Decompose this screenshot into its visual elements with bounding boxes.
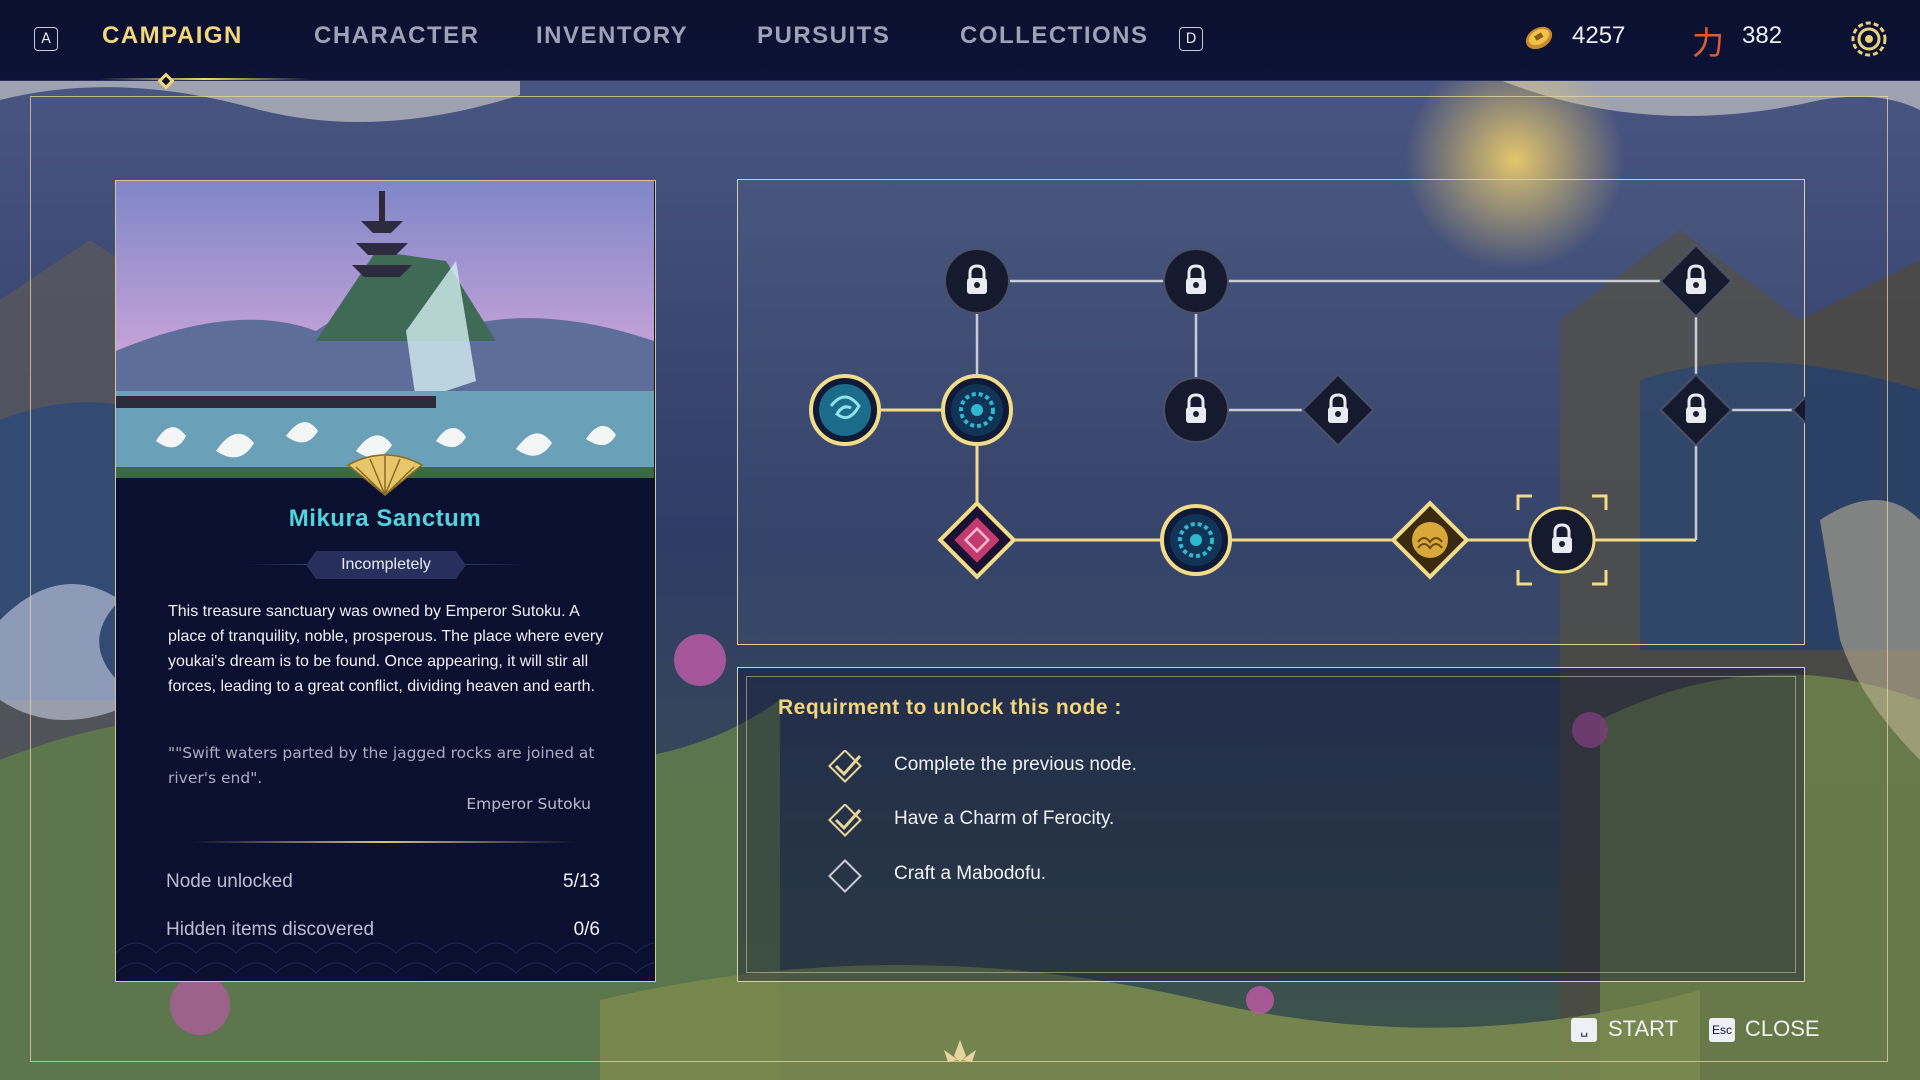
active-tab-diamond-icon bbox=[157, 72, 175, 90]
location-title: Mikura Sanctum bbox=[288, 505, 482, 532]
requirements-title: Requirment to unlock this node : bbox=[778, 696, 1122, 719]
node-unlocked-pink[interactable] bbox=[937, 500, 1017, 580]
node-unlocked-mandala[interactable] bbox=[941, 374, 1013, 446]
tab-collections[interactable]: COLLECTIONS bbox=[960, 22, 1149, 50]
requirement-text: Have a Charm of Ferocity. bbox=[894, 808, 1115, 829]
start-key-icon[interactable]: ␣ bbox=[1571, 1018, 1597, 1042]
tab-campaign[interactable]: CAMPAIGN bbox=[102, 22, 243, 50]
empty-diamond-icon bbox=[828, 859, 862, 893]
location-description: This treasure sanctuary was owned by Emp… bbox=[168, 603, 604, 695]
power-count: 382 bbox=[1742, 22, 1783, 49]
node-locked[interactable] bbox=[1163, 377, 1229, 443]
node-unlocked-swirl[interactable] bbox=[809, 374, 881, 446]
prev-tab-key-hint[interactable]: A bbox=[34, 27, 58, 51]
node-unlocked-gold[interactable] bbox=[1390, 500, 1470, 580]
esc-key-icon[interactable]: Esc bbox=[1709, 1018, 1735, 1042]
node-unlocked-mandala[interactable] bbox=[1160, 504, 1232, 576]
node-locked[interactable] bbox=[1163, 248, 1229, 314]
status-row: Incompletely bbox=[246, 551, 526, 577]
tab-inventory[interactable]: INVENTORY bbox=[536, 22, 688, 50]
tab-character[interactable]: CHARACTER bbox=[314, 22, 480, 50]
section-divider bbox=[194, 841, 574, 843]
location-quote: ""Swift waters parted by the jagged rock… bbox=[168, 744, 595, 787]
wave-pattern-decoration bbox=[116, 942, 654, 974]
node-locked-diamond[interactable] bbox=[1659, 244, 1733, 318]
check-diamond-icon bbox=[828, 750, 862, 783]
node-locked-selected[interactable] bbox=[1516, 494, 1608, 586]
gear-icon[interactable] bbox=[1850, 20, 1888, 58]
requirements-panel: Requirment to unlock this node : Complet… bbox=[737, 667, 1805, 982]
check-diamond-icon bbox=[828, 804, 862, 837]
next-tab-key-hint[interactable]: D bbox=[1179, 27, 1203, 51]
close-button[interactable]: CLOSE bbox=[1745, 1016, 1820, 1042]
active-tab-underline bbox=[100, 78, 310, 80]
node-locked-diamond[interactable] bbox=[1301, 373, 1375, 447]
tab-pursuits[interactable]: PURSUITS bbox=[757, 22, 890, 50]
coin-icon bbox=[1525, 26, 1553, 50]
node-locked[interactable] bbox=[944, 248, 1010, 314]
completion-status-badge: Incompletely bbox=[306, 551, 466, 579]
node-locked-diamond[interactable] bbox=[1659, 373, 1733, 447]
quote-author: Emperor Sutoku bbox=[466, 795, 591, 813]
requirement-text: Complete the previous node. bbox=[894, 754, 1137, 775]
coin-count: 4257 bbox=[1572, 22, 1626, 49]
location-info-panel: Mikura Sanctum Incompletely This treasur… bbox=[115, 180, 656, 982]
node-graph bbox=[809, 244, 1805, 586]
location-artwork bbox=[116, 181, 654, 478]
node-locked-diamond[interactable] bbox=[1791, 373, 1805, 447]
fan-emblem-icon bbox=[346, 454, 424, 496]
power-icon: 力 bbox=[1692, 24, 1725, 62]
top-nav-bar: A CAMPAIGN CHARACTER INVENTORY PURSUITS … bbox=[0, 0, 1920, 81]
lotus-ornament-icon bbox=[944, 1040, 976, 1062]
start-button[interactable]: START bbox=[1608, 1016, 1678, 1042]
requirement-text: Craft a Mabodofu. bbox=[894, 863, 1047, 884]
